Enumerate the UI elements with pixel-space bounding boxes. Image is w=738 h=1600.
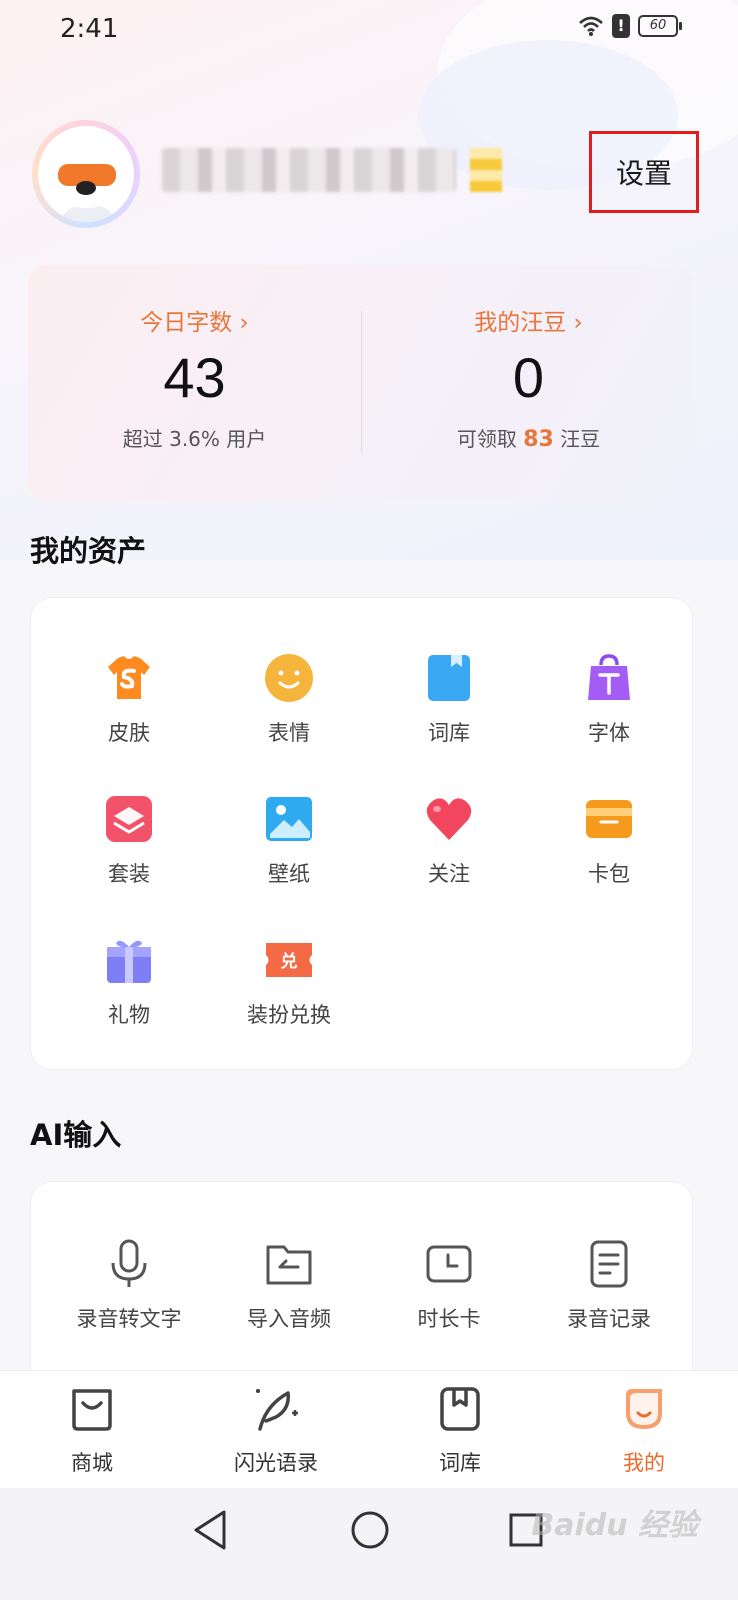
- claimable-beans-count: 83: [523, 427, 554, 452]
- book-icon: [424, 653, 474, 703]
- ai-input-card: 录音转文字 导入音频 时长卡 录音记录: [30, 1181, 693, 1401]
- status-bar: 2:41 ! 60: [0, 0, 738, 58]
- ai-item-voice-to-text[interactable]: 录音转文字: [49, 1239, 209, 1333]
- svg-text:兑: 兑: [281, 951, 298, 972]
- ai-item-recording-history[interactable]: 录音记录: [529, 1239, 689, 1333]
- asset-item-skin[interactable]: 皮肤: [49, 653, 209, 747]
- today-word-count-rank: 超过 3.6% 用户: [122, 427, 267, 451]
- shopping-bag-icon: [0, 1385, 184, 1437]
- smiley-icon: [264, 653, 314, 703]
- nav-item-quotes[interactable]: 闪光语录: [184, 1385, 368, 1477]
- battery-icon: 60: [638, 15, 682, 37]
- ai-item-duration-card[interactable]: 时长卡: [369, 1239, 529, 1333]
- avatar[interactable]: [32, 120, 140, 228]
- watermark: Baidu 经验: [531, 1508, 698, 1543]
- tshirt-icon: [104, 653, 154, 703]
- vip-badge-icon[interactable]: [470, 148, 502, 192]
- asset-item-emoji[interactable]: 表情: [209, 653, 369, 747]
- ai-item-import-audio[interactable]: 导入音频: [209, 1239, 369, 1333]
- asset-item-card-wallet[interactable]: 卡包: [529, 794, 689, 888]
- layers-icon: [104, 794, 154, 844]
- today-word-count-link[interactable]: 今日字数 ›: [28, 303, 361, 337]
- bookmark-book-icon: [368, 1385, 552, 1437]
- quill-sparkle-icon: [184, 1385, 368, 1437]
- nav-item-shop[interactable]: 商城: [0, 1385, 184, 1477]
- assets-section-title: 我的资产: [30, 534, 147, 568]
- nav-item-me[interactable]: 我的: [552, 1385, 736, 1477]
- font-bag-icon: [584, 653, 634, 703]
- nav-item-lexicon[interactable]: 词库: [368, 1385, 552, 1477]
- today-word-count[interactable]: 今日字数 › 43 超过 3.6% 用户: [28, 265, 361, 501]
- gift-icon: [104, 935, 154, 985]
- document-icon: [584, 1239, 634, 1289]
- username-redacted[interactable]: [162, 148, 456, 192]
- asset-item-lexicon[interactable]: 词库: [369, 653, 529, 747]
- back-icon[interactable]: [190, 1508, 230, 1556]
- asset-item-suit[interactable]: 套装: [49, 794, 209, 888]
- alert-icon: !: [612, 14, 630, 38]
- status-time: 2:41: [60, 14, 119, 44]
- stats-card: 今日字数 › 43 超过 3.6% 用户 我的汪豆 › 0 可领取 83 汪豆: [28, 265, 695, 501]
- heart-icon: [424, 794, 474, 844]
- folder-import-icon: [264, 1239, 314, 1289]
- my-beans[interactable]: 我的汪豆 › 0 可领取 83 汪豆: [362, 265, 695, 501]
- bottom-nav: 商城 闪光语录 词库 我的: [0, 1370, 738, 1488]
- asset-item-follow[interactable]: 关注: [369, 794, 529, 888]
- image-icon: [264, 794, 314, 844]
- assets-card: 皮肤 表情 词库 字体 套装 壁纸 关注 卡包 礼物 兑 装扮兑换: [30, 597, 693, 1070]
- redeem-ticket-icon: 兑: [264, 935, 314, 985]
- asset-item-wallpaper[interactable]: 壁纸: [209, 794, 369, 888]
- settings-button[interactable]: 设置: [589, 131, 699, 213]
- asset-item-redeem[interactable]: 兑 装扮兑换: [209, 935, 369, 1029]
- wifi-icon: [578, 15, 604, 37]
- asset-item-font[interactable]: 字体: [529, 653, 689, 747]
- my-beans-value: 0: [512, 346, 545, 409]
- home-icon[interactable]: [350, 1510, 390, 1554]
- my-beans-link[interactable]: 我的汪豆 ›: [362, 303, 695, 337]
- wallet-icon: [584, 794, 634, 844]
- ai-input-section-title: AI输入: [30, 1118, 122, 1152]
- profile-shield-icon: [552, 1385, 736, 1437]
- clock-card-icon: [424, 1239, 474, 1289]
- today-word-count-value: 43: [163, 346, 226, 409]
- microphone-icon: [104, 1239, 154, 1289]
- asset-item-gift[interactable]: 礼物: [49, 935, 209, 1029]
- claimable-beans: 可领取 83 汪豆: [456, 427, 601, 452]
